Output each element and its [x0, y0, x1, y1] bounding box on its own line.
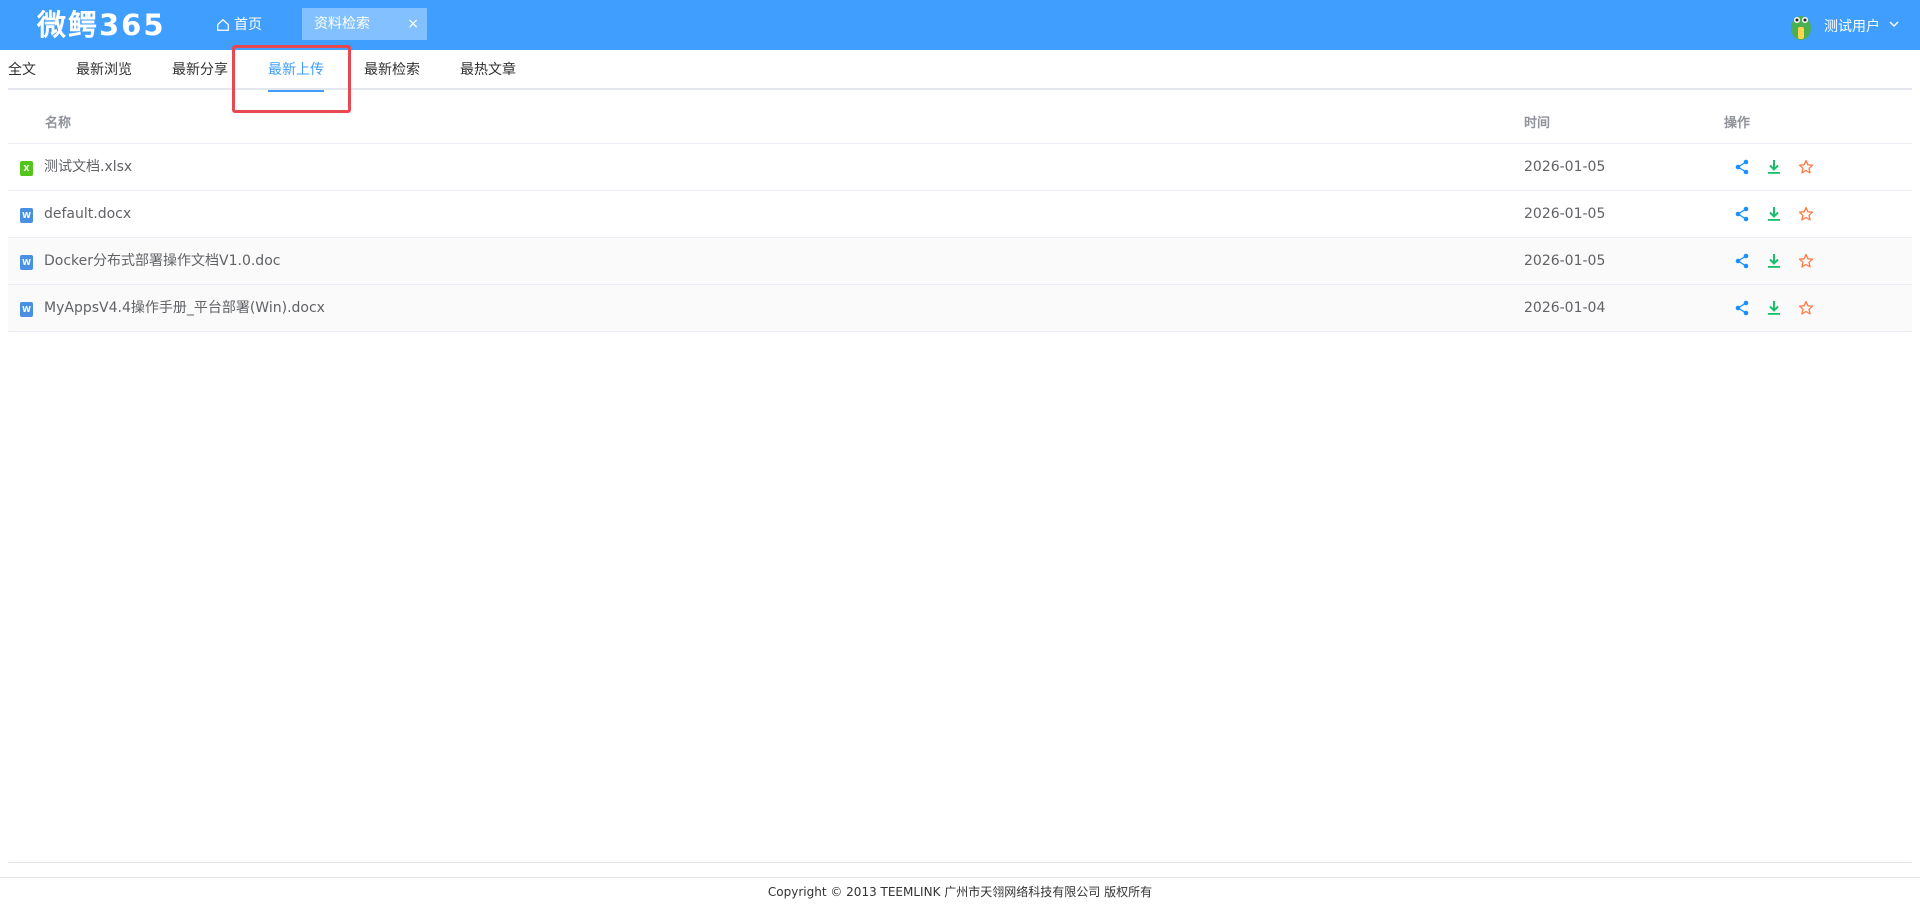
file-table: 名称 时间 操作 X 测试文档.xlsx 2026-01-05 W defaul…	[8, 104, 1912, 332]
app-logo[interactable]: 微鳄365	[37, 6, 166, 44]
table-row[interactable]: W Docker分布式部署操作文档V1.0.doc 2026-01-05	[8, 238, 1912, 285]
tab-resource-search[interactable]: 资料检索 ×	[302, 8, 427, 40]
share-icon[interactable]	[1733, 205, 1751, 223]
file-time: 2026-01-05	[1524, 253, 1606, 269]
table-row[interactable]: X 测试文档.xlsx 2026-01-05	[8, 144, 1912, 191]
top-header: 微鳄365 首页 资料检索 × 测试用户	[0, 0, 1920, 50]
table-header: 名称 时间 操作	[8, 104, 1912, 144]
home-nav-label: 首页	[234, 17, 262, 33]
tab-latest-shared[interactable]: 最新分享	[172, 50, 228, 90]
file-name[interactable]: default.docx	[44, 191, 131, 238]
file-time: 2026-01-04	[1524, 300, 1606, 316]
download-icon[interactable]	[1765, 205, 1783, 223]
row-actions	[1733, 252, 1815, 270]
highlight-annotation-box	[232, 45, 351, 113]
user-menu[interactable]: 测试用户	[1786, 10, 1900, 42]
row-actions	[1733, 299, 1815, 317]
favorite-star-icon[interactable]	[1797, 299, 1815, 317]
word-file-icon: W	[20, 302, 33, 317]
share-icon[interactable]	[1733, 299, 1751, 317]
share-icon[interactable]	[1733, 158, 1751, 176]
file-time: 2026-01-05	[1524, 159, 1606, 175]
favorite-star-icon[interactable]	[1797, 252, 1815, 270]
tab-latest-searched[interactable]: 最新检索	[364, 50, 420, 90]
footer-copyright: Copyright © 2013 TEEMLINK 广州市天翎网络科技有限公司 …	[767, 885, 1153, 899]
tab-resource-search-label: 资料检索	[314, 16, 370, 32]
word-file-icon: W	[20, 255, 33, 270]
table-row[interactable]: W MyAppsV4.4操作手册_平台部署(Win).docx 2026-01-…	[8, 285, 1912, 332]
column-header-actions: 操作	[1724, 116, 1751, 131]
word-file-icon: W	[20, 208, 33, 223]
favorite-star-icon[interactable]	[1797, 158, 1815, 176]
home-icon	[217, 18, 229, 31]
row-actions	[1733, 205, 1815, 223]
file-name[interactable]: Docker分布式部署操作文档V1.0.doc	[44, 238, 280, 285]
column-header-time: 时间	[1524, 116, 1551, 131]
download-icon[interactable]	[1765, 299, 1783, 317]
download-icon[interactable]	[1765, 252, 1783, 270]
tab-latest-browsed[interactable]: 最新浏览	[76, 50, 132, 90]
column-header-name: 名称	[45, 116, 72, 131]
file-name[interactable]: MyAppsV4.4操作手册_平台部署(Win).docx	[44, 285, 325, 332]
favorite-star-icon[interactable]	[1797, 205, 1815, 223]
tab-full-text[interactable]: 全文	[8, 50, 36, 90]
excel-file-icon: X	[20, 161, 33, 176]
chevron-down-icon[interactable]	[1888, 18, 1900, 34]
user-name: 测试用户	[1824, 19, 1880, 35]
tab-hottest-articles[interactable]: 最热文章	[460, 50, 516, 90]
close-tab-icon[interactable]: ×	[407, 8, 419, 40]
row-actions	[1733, 158, 1815, 176]
download-icon[interactable]	[1765, 158, 1783, 176]
footer-divider	[0, 877, 1920, 878]
file-name[interactable]: 测试文档.xlsx	[44, 144, 132, 191]
home-nav-link[interactable]: 首页	[216, 13, 262, 37]
file-time: 2026-01-05	[1524, 206, 1606, 222]
share-icon[interactable]	[1733, 252, 1751, 270]
user-avatar-icon	[1791, 16, 1811, 40]
table-row[interactable]: W default.docx 2026-01-05	[8, 191, 1912, 238]
content-divider	[8, 862, 1912, 863]
